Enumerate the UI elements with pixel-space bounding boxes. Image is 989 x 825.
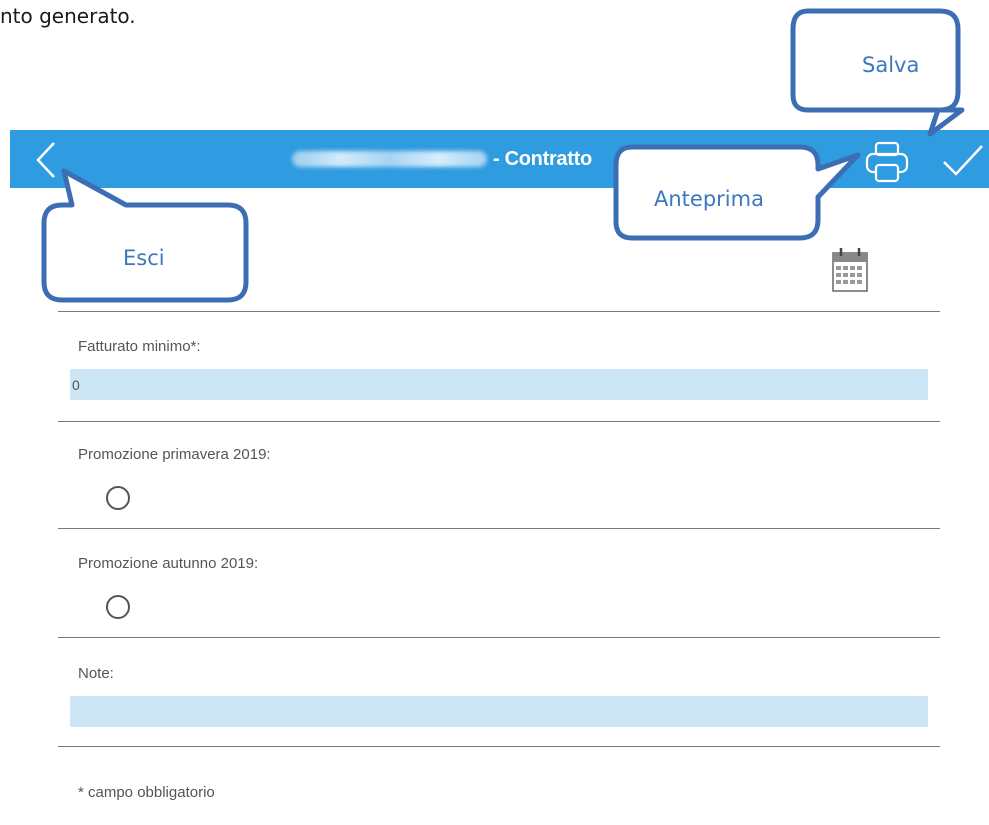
divider <box>58 637 940 638</box>
divider <box>58 746 940 747</box>
printer-icon[interactable] <box>862 140 912 184</box>
callout-esci <box>41 168 249 303</box>
promo-autunno-radio[interactable] <box>106 595 130 619</box>
fatturato-label: Fatturato minimo*: <box>78 338 201 355</box>
callout-esci-label: Esci <box>123 246 165 270</box>
intro-text: nto generato. <box>0 4 136 28</box>
check-icon[interactable] <box>940 142 986 180</box>
note-label: Note: <box>78 665 114 682</box>
note-input[interactable] <box>70 696 928 727</box>
promo-autunno-label: Promozione autunno 2019: <box>78 555 259 572</box>
calendar-icon[interactable] <box>830 247 870 293</box>
fatturato-input[interactable] <box>70 369 928 400</box>
divider <box>58 311 940 312</box>
page-title-suffix: - Contratto <box>493 147 592 170</box>
promo-primavera-radio[interactable] <box>106 486 130 510</box>
promo-primavera-label: Promozione primavera 2019: <box>78 446 271 463</box>
divider <box>58 421 940 422</box>
required-field-note: * campo obbligatorio <box>78 784 215 801</box>
callout-anteprima-label: Anteprima <box>654 187 764 211</box>
callout-salva-label: Salva <box>862 53 920 77</box>
divider <box>58 528 940 529</box>
blurred-title-name <box>292 151 487 167</box>
page-title: - Contratto <box>292 147 592 171</box>
